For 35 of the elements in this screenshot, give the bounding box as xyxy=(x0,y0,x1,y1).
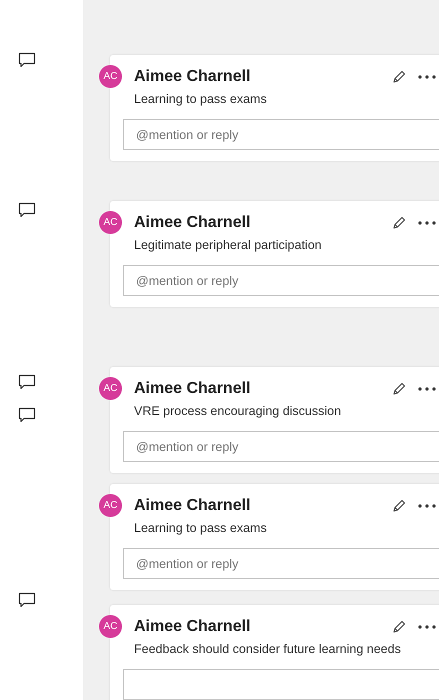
avatar: AC xyxy=(99,615,122,638)
avatar: AC xyxy=(99,211,122,234)
edit-icon[interactable] xyxy=(392,382,406,396)
more-icon[interactable] xyxy=(418,75,436,79)
comment-text: Learning to pass exams xyxy=(134,521,268,535)
more-icon[interactable] xyxy=(418,504,436,508)
edit-icon[interactable] xyxy=(392,70,406,84)
comment-text: Learning to pass exams xyxy=(134,92,268,106)
comment-text: VRE process encouraging discussion xyxy=(134,404,342,418)
reply-field[interactable]: @mention or reply xyxy=(123,548,439,579)
more-icon[interactable] xyxy=(418,387,436,391)
reply-field[interactable]: @mention or reply xyxy=(123,265,439,296)
author-name: Aimee Charnell xyxy=(134,618,252,636)
author-name: Aimee Charnell xyxy=(134,497,252,515)
comment-icon[interactable] xyxy=(18,407,36,424)
comment-icon[interactable] xyxy=(18,592,36,609)
comment-icon[interactable] xyxy=(18,202,36,219)
reply-field[interactable]: @mention or reply xyxy=(123,119,439,150)
avatar: AC xyxy=(99,494,122,517)
avatar: AC xyxy=(99,65,122,88)
comment-text: Legitimate peripheral participation xyxy=(134,238,323,252)
edit-icon[interactable] xyxy=(392,499,406,513)
edit-icon[interactable] xyxy=(392,216,406,230)
reply-field[interactable] xyxy=(123,669,439,700)
edit-icon[interactable] xyxy=(392,620,406,634)
author-name: Aimee Charnell xyxy=(134,380,252,398)
comment-text: Feedback should consider future learning needs xyxy=(134,642,402,656)
author-name: Aimee Charnell xyxy=(134,214,252,232)
more-icon[interactable] xyxy=(418,625,436,629)
author-name: Aimee Charnell xyxy=(134,68,252,86)
reply-field[interactable]: @mention or reply xyxy=(123,431,439,462)
more-icon[interactable] xyxy=(418,221,436,225)
comment-icon[interactable] xyxy=(18,52,36,69)
comment-icon[interactable] xyxy=(18,374,36,391)
avatar: AC xyxy=(99,377,122,400)
